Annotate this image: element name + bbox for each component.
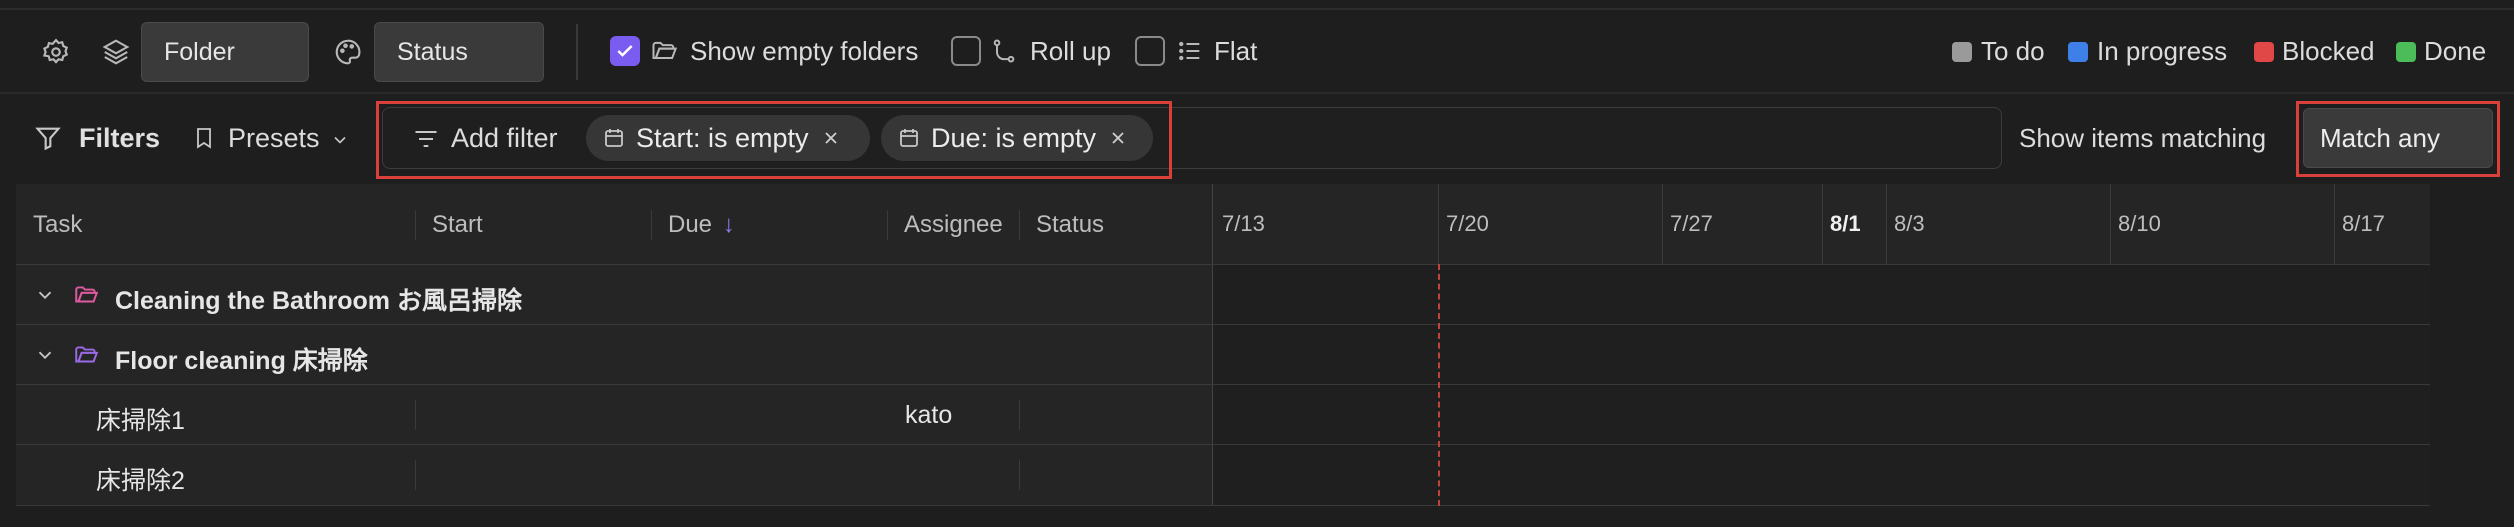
col-divider [415,210,416,240]
col-divider [1019,210,1020,240]
row-divider [16,444,2430,445]
roll-up-label[interactable]: Roll up [1030,36,1111,67]
legend-blocked-swatch [2254,42,2274,62]
legend-todo-swatch [1952,42,1972,62]
roll-up-branch-icon [988,35,1020,67]
gantt-date-label: 7/27 [1670,211,1713,236]
column-header-start[interactable]: Start [432,211,483,239]
col-divider [651,210,652,240]
cell-divider [415,460,416,490]
filters-title: Filters [79,123,161,153]
cell-divider [1019,460,1020,490]
toolbar-divider-line [0,92,2514,94]
gantt-week-divider [2110,184,2111,264]
gantt-date-label: 8/10 [2118,211,2161,236]
gantt-week-divider [2334,184,2335,264]
col-divider [887,210,888,240]
flat-label[interactable]: Flat [1214,36,1257,67]
match-mode-highlight [2296,101,2500,177]
row-divider [16,264,2430,265]
roll-up-checkbox[interactable] [951,36,981,66]
legend-todo-label: To do [1981,36,2045,66]
chevron-down-icon[interactable] [328,128,352,152]
folder-row-name[interactable]: Cleaning the Bathroom お風呂掃除 [115,281,522,317]
column-header-due-label: Due [668,211,713,238]
gantt-date-label: 7/20 [1446,211,1489,236]
group-by-folder-select[interactable]: Folder [141,22,309,82]
gantt-week-divider [1662,184,1663,264]
toolbar-divider [576,24,578,80]
sort-descending-arrow-icon: ↓ [722,211,735,238]
gantt-week-divider [1822,184,1823,264]
gantt-date-label: 8/17 [2342,211,2385,236]
legend-in-progress-swatch [2068,42,2088,62]
task-row-name[interactable]: 床掃除2 [96,461,185,497]
legend-done-swatch [2396,42,2416,62]
column-header-due[interactable]: Due ↓ [668,211,735,239]
flat-checkbox[interactable] [1135,36,1165,66]
column-header-task[interactable]: Task [33,211,82,239]
row-divider [16,384,2430,385]
color-by-status-select[interactable]: Status [374,22,544,82]
folder-icon [70,280,102,310]
palette-icon[interactable] [330,34,366,70]
row-divider [16,324,2430,325]
settings-gear-icon[interactable] [38,34,74,70]
legend-done-label: Done [2424,36,2487,66]
show-empty-folders-label[interactable]: Show empty folders [690,36,918,67]
show-items-matching-label: Show items matching [2019,123,2267,153]
top-border [0,8,2514,10]
status-select-label: Status [397,37,468,66]
show-empty-folders-checkbox[interactable] [610,36,640,66]
folder-open-icon [648,35,680,67]
layers-icon[interactable] [98,34,134,70]
folder-select-label: Folder [164,37,235,66]
folder-icon [70,340,102,370]
chevron-down-icon[interactable] [32,282,58,308]
gantt-divider [1212,184,1213,506]
chevron-down-icon[interactable] [32,342,58,368]
gantt-week-divider [1886,184,1887,264]
cell-divider [415,400,416,430]
gantt-date-label-today: 8/1 [1830,211,1861,236]
filter-funnel-icon [32,122,64,154]
gantt-date-label: 8/3 [1894,211,1925,236]
bookmark-icon[interactable] [190,123,218,153]
column-header-status[interactable]: Status [1036,211,1104,239]
folder-row-name[interactable]: Floor cleaning 床掃除 [115,341,368,377]
list-icon [1174,35,1206,67]
legend-blocked-label: Blocked [2282,36,2375,66]
task-row-name[interactable]: 床掃除1 [96,401,185,437]
gantt-week-divider [1438,184,1439,264]
legend-in-progress-label: In progress [2097,36,2228,66]
task-row-assignee[interactable]: kato [905,401,952,430]
gantt-date-label: 7/13 [1222,211,1265,236]
column-header-assignee[interactable]: Assignee [904,211,1003,239]
row-divider [16,505,2430,506]
cell-divider [1019,400,1020,430]
filter-chips-highlight [376,101,1172,179]
presets-button[interactable]: Presets [228,123,320,154]
today-marker-line [1438,264,1440,506]
